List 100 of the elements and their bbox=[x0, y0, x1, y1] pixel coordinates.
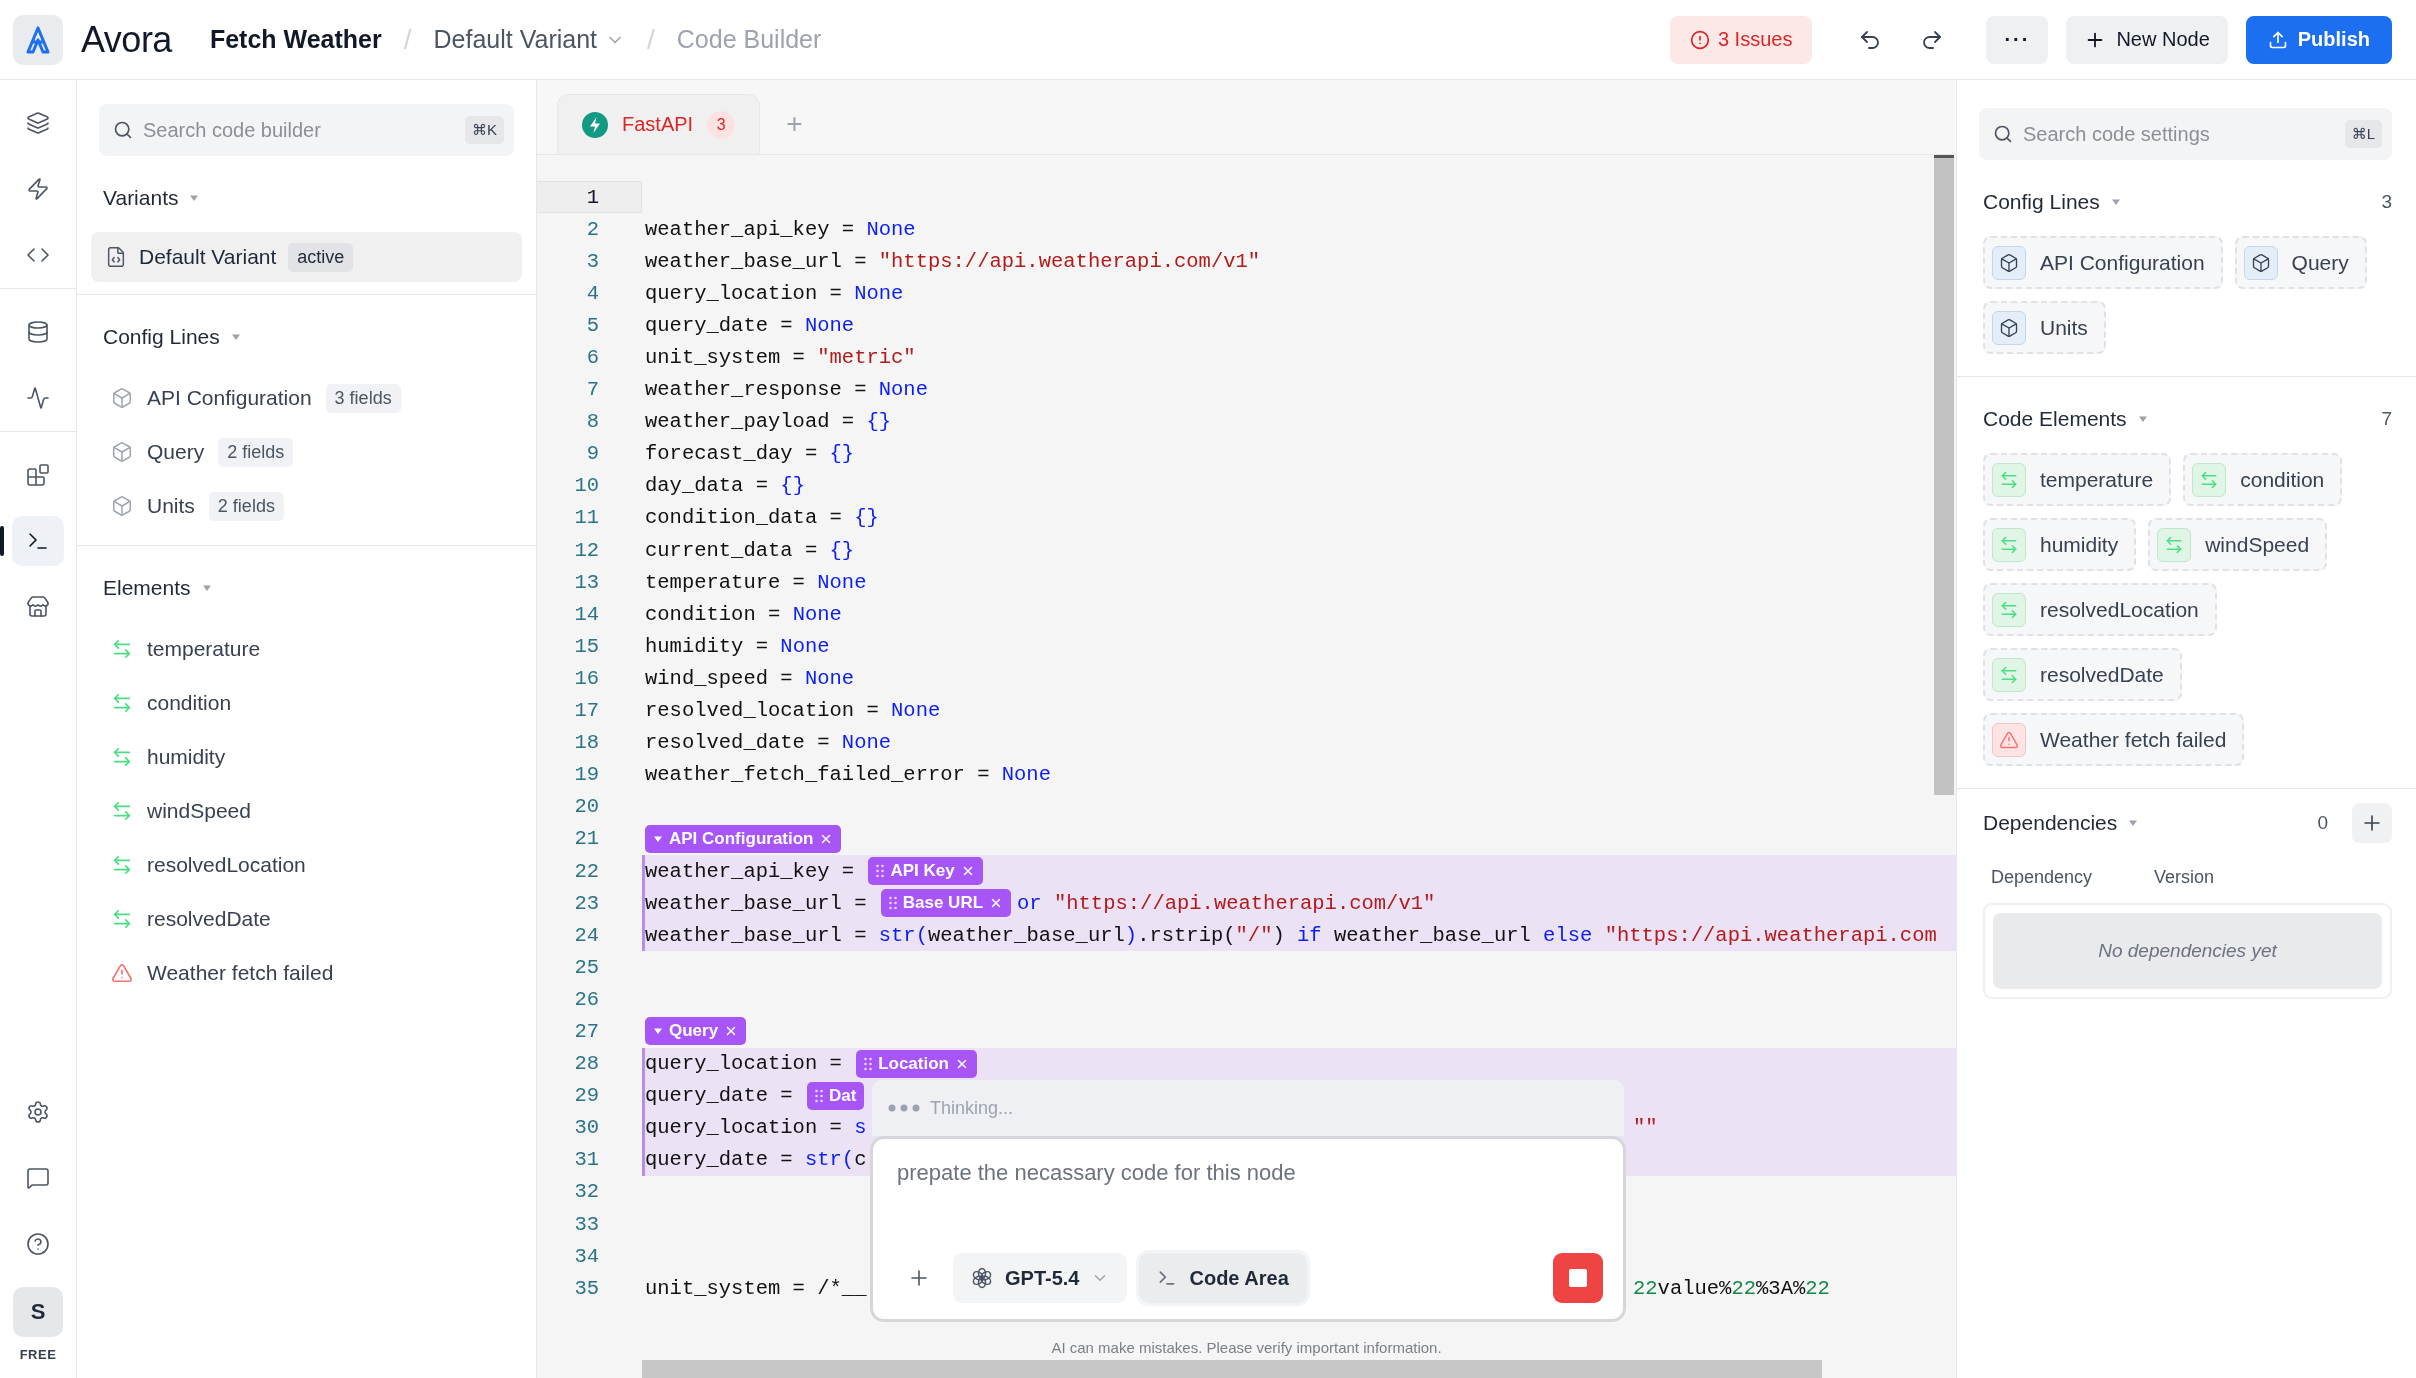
element-item[interactable]: resolvedLocation bbox=[147, 853, 306, 877]
section-title[interactable]: Code Elements bbox=[1983, 407, 2127, 431]
line-number: 29 bbox=[573, 1083, 600, 1110]
element-item[interactable]: humidity bbox=[147, 745, 226, 769]
status-text: Thinking... bbox=[930, 1097, 1014, 1119]
code-text: resolved_location = None bbox=[645, 699, 941, 723]
editor-tab[interactable]: FastAPI 3 bbox=[557, 94, 761, 154]
element-chip[interactable]: Weather fetch failed bbox=[1983, 713, 2245, 766]
alert-icon bbox=[1689, 29, 1710, 50]
layers-icon bbox=[26, 111, 50, 135]
swap-arrows-icon bbox=[111, 854, 133, 876]
section-title[interactable]: Config Lines bbox=[103, 325, 220, 349]
swap-arrows-icon bbox=[111, 746, 133, 768]
placeholder-chip[interactable]: Dat bbox=[806, 1081, 865, 1110]
line-number: 32 bbox=[573, 1179, 600, 1206]
section-title[interactable]: Config Lines bbox=[1983, 190, 2100, 214]
code-text: unit_system = "metric" bbox=[645, 346, 916, 369]
more-button[interactable]: ··· bbox=[1986, 15, 2049, 64]
cube-icon bbox=[111, 495, 133, 517]
disclaimer-text: AI can make mistakes. Please verify important information. bbox=[1050, 1339, 1443, 1356]
code-text: resolved_date = None bbox=[645, 731, 892, 755]
line-number: 24 bbox=[573, 922, 600, 949]
code-text: 22value%22%3A%22 bbox=[1633, 1275, 1830, 1302]
line-number: 8 bbox=[585, 409, 600, 436]
section-title[interactable]: Variants bbox=[103, 186, 179, 210]
code-text: query_location = s bbox=[645, 1116, 867, 1140]
element-item[interactable]: temperature bbox=[147, 637, 261, 661]
config-item[interactable]: Query bbox=[147, 440, 205, 464]
pulse-icon bbox=[26, 386, 50, 410]
breadcrumb-separator: / bbox=[647, 23, 655, 56]
database-icon bbox=[26, 320, 50, 344]
section-title[interactable]: Dependencies bbox=[1983, 811, 2118, 835]
line-number: 4 bbox=[585, 280, 600, 307]
warning-icon bbox=[111, 962, 133, 984]
app-name: Avora bbox=[81, 18, 172, 61]
dots-icon bbox=[888, 1104, 920, 1112]
swap-arrows-icon bbox=[1999, 664, 2019, 685]
publish-button[interactable]: Publish bbox=[2245, 15, 2392, 64]
element-item[interactable]: Weather fetch failed bbox=[147, 961, 334, 985]
breadcrumb-link[interactable]: Fetch Weather bbox=[209, 25, 382, 54]
swap-arrows-icon bbox=[1999, 469, 2019, 490]
cube-icon bbox=[2250, 252, 2271, 273]
scrollbar[interactable] bbox=[642, 1360, 1822, 1378]
model-dropdown[interactable]: GPT-5.4 bbox=[953, 1253, 1128, 1303]
config-item[interactable]: Units bbox=[147, 494, 195, 518]
element-chip[interactable]: humidity bbox=[1983, 518, 2137, 571]
code-text: weather_api_key = bbox=[645, 859, 856, 883]
context-chip[interactable]: Code Area bbox=[1139, 1253, 1307, 1303]
code-text: temperature = None bbox=[645, 570, 867, 594]
message-icon bbox=[26, 1166, 50, 1190]
line-number: 35 bbox=[573, 1275, 600, 1302]
config-chip[interactable]: Query bbox=[2234, 236, 2367, 289]
element-chip[interactable]: windSpeed bbox=[2148, 518, 2328, 571]
grip-icon bbox=[888, 896, 897, 911]
line-number: 22 bbox=[573, 858, 600, 885]
new-node-button[interactable]: New Node bbox=[2066, 15, 2228, 64]
line-number: 21 bbox=[573, 826, 600, 853]
code-text: forecast_day = {} bbox=[645, 442, 855, 466]
placeholder-chip[interactable]: API Key bbox=[868, 857, 983, 885]
code-text: weather_payload = {} bbox=[645, 410, 892, 434]
line-number: 23 bbox=[573, 890, 600, 917]
section-title[interactable]: Elements bbox=[103, 576, 191, 600]
cube-icon bbox=[1999, 317, 2019, 338]
line-number: 33 bbox=[573, 1211, 600, 1238]
code-text: wind_speed = None bbox=[645, 666, 855, 690]
prompt-field[interactable]: prepate the necassary code for this node bbox=[897, 1155, 1603, 1191]
element-chip[interactable]: temperature bbox=[1983, 453, 2172, 506]
group-chip[interactable]: API Configuration bbox=[645, 824, 842, 853]
element-chip[interactable]: condition bbox=[2183, 453, 2343, 506]
group-chip[interactable]: Query bbox=[645, 1017, 747, 1046]
lightning-icon bbox=[582, 111, 608, 138]
element-item[interactable]: windSpeed bbox=[147, 799, 251, 823]
add-dependency-button[interactable] bbox=[2352, 803, 2392, 843]
line-number: 31 bbox=[573, 1147, 600, 1174]
line-number: 9 bbox=[585, 441, 600, 468]
shortcut-hint: ⌘L bbox=[2344, 120, 2382, 148]
element-item[interactable]: condition bbox=[147, 691, 232, 715]
issues-button[interactable]: 3 Issues bbox=[1669, 15, 1813, 64]
search-icon bbox=[1993, 124, 2013, 144]
code-text: query_location = None bbox=[645, 281, 904, 305]
store-icon bbox=[26, 595, 50, 619]
scrollbar[interactable] bbox=[1934, 155, 1954, 795]
config-chip[interactable]: Units bbox=[1983, 301, 2106, 354]
config-chip[interactable]: API Configuration bbox=[1983, 236, 2223, 289]
column-header: Version bbox=[2154, 866, 2215, 888]
element-item[interactable]: resolvedDate bbox=[147, 907, 271, 931]
variant-item[interactable]: Default Variant active bbox=[91, 232, 522, 282]
element-chip[interactable]: resolvedDate bbox=[1983, 648, 2182, 701]
line-number: 12 bbox=[573, 537, 600, 564]
element-chip[interactable]: resolvedLocation bbox=[1983, 583, 2217, 636]
line-number: 34 bbox=[573, 1243, 600, 1270]
code-text: query_location = bbox=[645, 1052, 843, 1076]
cube-icon bbox=[111, 441, 133, 463]
variant-dropdown[interactable]: Default Variant bbox=[433, 25, 625, 54]
placeholder-chip[interactable]: Location bbox=[856, 1049, 977, 1078]
config-item[interactable]: API Configuration bbox=[147, 386, 312, 410]
line-number: 5 bbox=[585, 312, 600, 339]
placeholder-chip[interactable]: Base URL bbox=[880, 889, 1012, 918]
stop-button[interactable] bbox=[1553, 1253, 1603, 1303]
avatar[interactable]: S bbox=[13, 1287, 63, 1337]
